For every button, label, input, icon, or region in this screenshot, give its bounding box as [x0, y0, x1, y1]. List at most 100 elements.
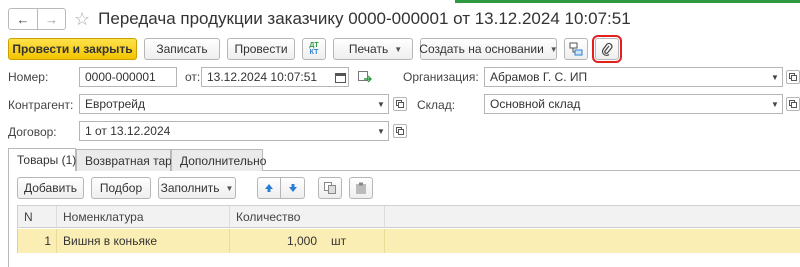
date-label: от:: [185, 70, 201, 84]
open-organization-button[interactable]: [786, 70, 800, 84]
create-based-on-button[interactable]: Создать на основании ▼: [419, 38, 558, 60]
tab-returnable-packaging[interactable]: Возвратная тара: [76, 149, 179, 171]
chevron-down-icon: ▼: [549, 44, 558, 54]
print-button[interactable]: Печать ▼: [333, 38, 413, 60]
cell-qty[interactable]: 1,000: [230, 229, 323, 253]
arrow-right-icon: →: [45, 11, 58, 27]
chevron-down-icon[interactable]: ▼: [768, 68, 782, 86]
warehouse-label: Склад:: [417, 98, 456, 112]
arrow-up-icon: [265, 184, 273, 192]
chevron-down-icon[interactable]: ▼: [374, 122, 388, 140]
tab-additional[interactable]: Дополнительно: [171, 149, 267, 171]
create-based-on-label: Создать на основании: [419, 42, 544, 56]
cell-n[interactable]: 1: [18, 229, 57, 253]
organization-field[interactable]: Абрамов Г. С. ИП ▼: [484, 67, 783, 87]
arrow-down-icon: [288, 184, 297, 192]
post-button[interactable]: Провести: [227, 38, 295, 60]
table-header: N Номенклатура Количество: [17, 205, 800, 228]
date-value: 13.12.2024 10:07:51: [207, 70, 318, 84]
table-row[interactable]: 1 Вишня в коньяке 1,000 шт: [17, 229, 800, 253]
cell-qty-value: 1,000: [286, 234, 317, 248]
chevron-down-icon[interactable]: ▼: [374, 95, 388, 113]
paperclip-icon: [601, 43, 613, 56]
dt-kt-icon: ДТ КТ: [309, 42, 318, 56]
dt-kt-top: ДТ: [309, 42, 319, 49]
document-movement-icon[interactable]: [358, 71, 372, 83]
tab-additional-label: Дополнительно: [180, 153, 267, 168]
col-header-item[interactable]: Номенклатура: [57, 206, 230, 227]
structure-icon: [569, 42, 583, 56]
open-contract-button[interactable]: [393, 124, 407, 138]
calendar-icon[interactable]: [335, 72, 346, 83]
counterparty-label: Контрагент:: [8, 98, 74, 112]
main-toolbar: Провести и закрыть Записать Провести ДТ …: [8, 35, 626, 63]
open-warehouse-button[interactable]: [786, 97, 800, 111]
select-button[interactable]: Подбор: [91, 177, 151, 199]
post-and-close-button[interactable]: Провести и закрыть: [8, 38, 137, 60]
table-toolbar: Добавить Подбор Заполнить ▼: [17, 177, 380, 199]
print-label: Печать: [348, 42, 389, 56]
nav-buttons: ← →: [8, 8, 66, 30]
structure-button[interactable]: [564, 38, 588, 60]
col-header-qty[interactable]: Количество: [230, 206, 385, 227]
save-label: Записать: [156, 42, 208, 56]
dt-kt-bottom: КТ: [309, 49, 319, 56]
arrow-left-icon: ←: [16, 11, 30, 27]
cell-unit[interactable]: шт: [323, 229, 385, 253]
contract-label: Договор:: [8, 125, 57, 139]
warehouse-value: Основной склад: [490, 97, 581, 111]
title-row: ← → ☆ Передача продукции заказчику 0000-…: [8, 7, 631, 31]
fill-button[interactable]: Заполнить ▼: [158, 177, 236, 199]
move-buttons: [257, 177, 305, 199]
save-button[interactable]: Записать: [144, 38, 220, 60]
cell-item[interactable]: Вишня в коньяке: [57, 229, 230, 253]
tab-strip: Товары (1) Возвратная тара Дополнительно: [8, 148, 267, 171]
favorite-star-icon[interactable]: ☆: [74, 10, 90, 28]
post-label: Провести: [234, 42, 288, 56]
tab-goods-label: Товары (1): [17, 153, 77, 167]
paste-icon: [356, 182, 366, 194]
warehouse-field[interactable]: Основной склад ▼: [484, 94, 783, 114]
number-label: Номер:: [8, 70, 49, 84]
col-header-qty-label: Количество: [236, 209, 301, 224]
page-title: Передача продукции заказчику 0000-000001…: [98, 9, 631, 28]
forward-button[interactable]: →: [37, 9, 65, 29]
back-button[interactable]: ←: [9, 9, 37, 29]
date-field[interactable]: 13.12.2024 10:07:51: [201, 67, 349, 87]
post-and-close-label: Провести и закрыть: [12, 42, 133, 56]
cell-unit-value: шт: [331, 234, 347, 248]
organization-value: Абрамов Г. С. ИП: [490, 70, 588, 84]
add-row-button[interactable]: Добавить: [17, 177, 84, 199]
number-field[interactable]: 0000-000001: [79, 67, 177, 87]
fill-label: Заполнить: [160, 181, 220, 195]
copy-row-button[interactable]: [318, 177, 342, 199]
col-header-n-label: N: [24, 209, 33, 224]
status-strip: [455, 0, 800, 3]
counterparty-value: Евротрейд: [85, 97, 146, 111]
attach-files-button[interactable]: [592, 35, 622, 63]
chevron-down-icon: ▼: [394, 44, 403, 54]
tab-returnable-packaging-label: Возвратная тара: [85, 153, 179, 168]
contract-field[interactable]: 1 от 13.12.2024 ▼: [79, 121, 389, 141]
open-icon: [789, 100, 797, 108]
dt-kt-button[interactable]: ДТ КТ: [302, 38, 326, 60]
counterparty-field[interactable]: Евротрейд ▼: [79, 94, 389, 114]
cell-item-value: Вишня в коньяке: [63, 234, 157, 248]
open-icon: [396, 100, 404, 108]
copy-icon: [324, 182, 336, 194]
move-down-button[interactable]: [281, 177, 305, 199]
move-up-button[interactable]: [257, 177, 281, 199]
chevron-down-icon[interactable]: ▼: [768, 95, 782, 113]
open-counterparty-button[interactable]: [393, 97, 407, 111]
open-icon: [789, 73, 797, 81]
tab-goods[interactable]: Товары (1): [8, 148, 76, 171]
paste-button[interactable]: [349, 177, 373, 199]
col-header-n[interactable]: N: [18, 206, 57, 227]
contract-value: 1 от 13.12.2024: [85, 124, 171, 138]
select-label: Подбор: [99, 181, 143, 195]
open-icon: [396, 127, 404, 135]
organization-label: Организация:: [403, 70, 479, 84]
cell-n-value: 1: [44, 234, 51, 248]
chevron-down-icon: ▼: [225, 183, 234, 193]
number-value: 0000-000001: [85, 70, 156, 84]
